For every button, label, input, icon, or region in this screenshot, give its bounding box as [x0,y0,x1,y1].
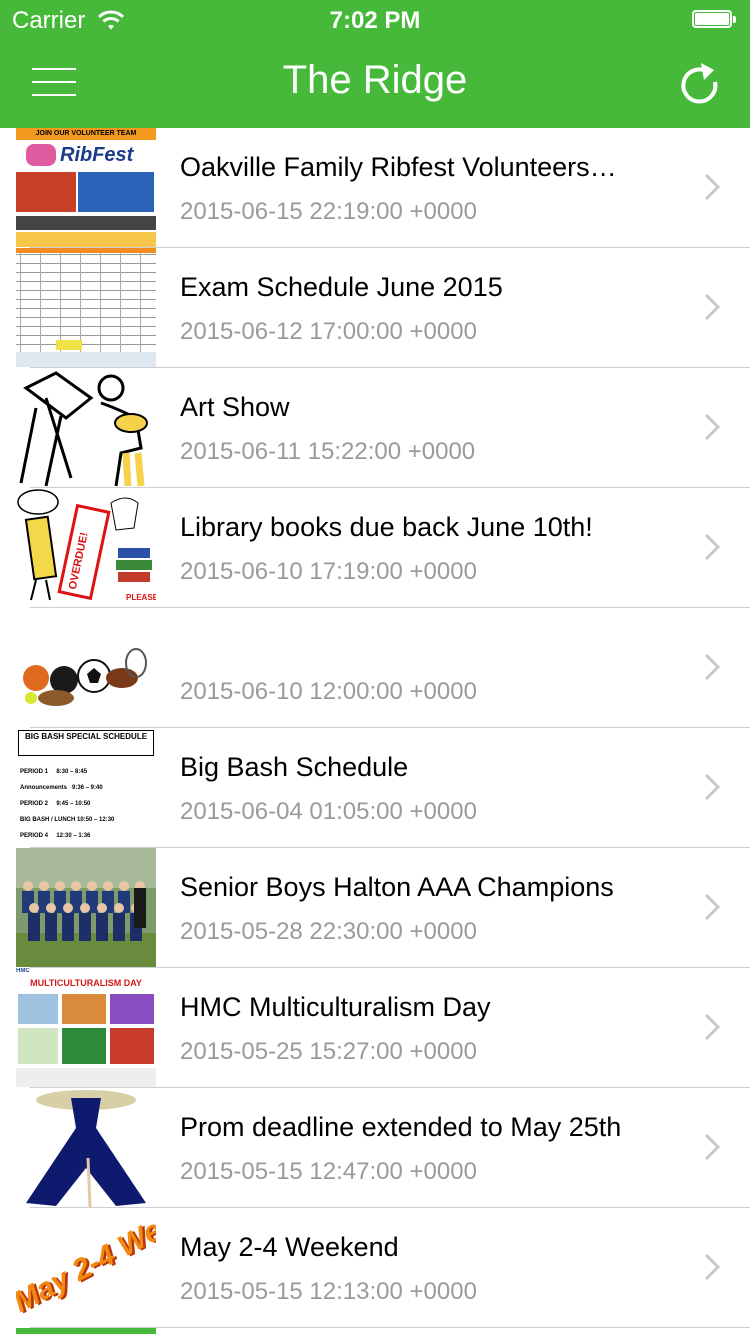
item-title: Art Show [180,392,290,422]
list-item[interactable]: Senior Boys Halton AAA Champions 2015-05… [0,848,750,968]
chevron-right-icon [704,533,720,561]
battery-icon [692,10,738,30]
page-title: The Ridge [282,58,468,102]
item-date: 2015-06-15 22:19:00 +0000 [180,198,477,225]
chevron-right-icon [704,413,720,441]
item-date: 2015-06-11 15:22:00 +0000 [180,438,476,465]
chevron-right-icon [704,1013,720,1041]
chevron-right-icon [704,893,720,921]
chevron-right-icon [704,653,720,681]
chevron-right-icon [704,173,720,201]
thumbnail-image: BIG BASH SPECIAL SCHEDULE PERIOD 1 8:30 … [16,728,156,847]
chevron-right-icon [704,773,720,801]
thumbnail-image [16,848,156,967]
news-list: JOIN OUR VOLUNTEER TEAM RibFest Oakville… [0,128,750,1328]
item-date: 2015-06-10 12:00:00 +0000 [180,678,477,705]
list-item[interactable]: BIG BASH SPECIAL SCHEDULE PERIOD 1 8:30 … [0,728,750,848]
item-date: 2015-05-28 22:30:00 +0000 [180,918,477,945]
list-item[interactable]: JOIN OUR VOLUNTEER TEAM RibFest Oakville… [0,128,750,248]
thumbnail-image: May 2-4 Weekend [16,1208,156,1327]
item-title: Big Bash Schedule [180,752,409,782]
thumbnail-image [16,368,156,487]
list-item[interactable]: Art Show 2015-06-11 15:22:00 +0000 [0,368,750,488]
item-title: Prom deadline extended to May 25th [180,1112,622,1142]
thumbnail-text: MULTICULTURALISM DAY [30,978,142,988]
item-title: HMC Multiculturalism Day [180,992,491,1022]
item-date: 2015-05-15 12:47:00 +0000 [180,1158,477,1185]
item-date: 2015-05-25 15:27:00 +0000 [180,1038,477,1065]
chevron-right-icon [704,1133,720,1161]
list-item[interactable]: OVERDUE! PLEASE! Library books due back … [0,488,750,608]
item-title: Exam Schedule June 2015 [180,272,503,302]
item-date: 2015-05-15 12:13:00 +0000 [180,1278,477,1305]
item-title: Oakville Family Ribfest Volunteers… [180,152,617,182]
item-title: Library books due back June 10th! [180,512,593,542]
thumbnail-image [16,1088,156,1207]
thumbnail-text: JOIN OUR VOLUNTEER TEAM [16,128,156,140]
refresh-icon [681,63,718,104]
thumbnail-image: OVERDUE! PLEASE! [16,488,156,607]
thumbnail-image [16,608,156,727]
thumbnail-image [16,248,156,367]
list-item[interactable]: HMC MULTICULTURALISM DAY HMC Multicultur… [0,968,750,1088]
chevron-right-icon [704,293,720,321]
chevron-right-icon [704,1253,720,1281]
item-date: 2015-06-04 01:05:00 +0000 [180,798,477,825]
svg-text:PLEASE!: PLEASE! [126,593,156,602]
thumbnail-text: BIG BASH SPECIAL SCHEDULE [18,730,154,756]
list-item[interactable]: 2015-06-10 12:00:00 +0000 [0,608,750,728]
item-date: 2015-06-12 17:00:00 +0000 [180,318,477,345]
list-item[interactable]: Exam Schedule June 2015 2015-06-12 17:00… [0,248,750,368]
thumbnail-image: HMC MULTICULTURALISM DAY [16,968,156,1087]
navigation-bar: Carrier 7:02 PM The Ridge [0,0,750,128]
item-date: 2015-06-10 17:19:00 +0000 [180,558,477,585]
list-item[interactable]: Prom deadline extended to May 25th 2015-… [0,1088,750,1208]
refresh-button[interactable] [678,60,722,108]
list-item[interactable]: May 2-4 Weekend May 2-4 Weekend 2015-05-… [0,1208,750,1328]
item-title: Senior Boys Halton AAA Champions [180,872,614,902]
item-title: May 2-4 Weekend [180,1232,399,1262]
status-time: 7:02 PM [329,7,421,34]
status-bar: Carrier 7:02 PM [0,0,750,40]
thumbnail-image: JOIN OUR VOLUNTEER TEAM RibFest [16,128,156,247]
next-thumbnail-peek [16,1328,156,1334]
